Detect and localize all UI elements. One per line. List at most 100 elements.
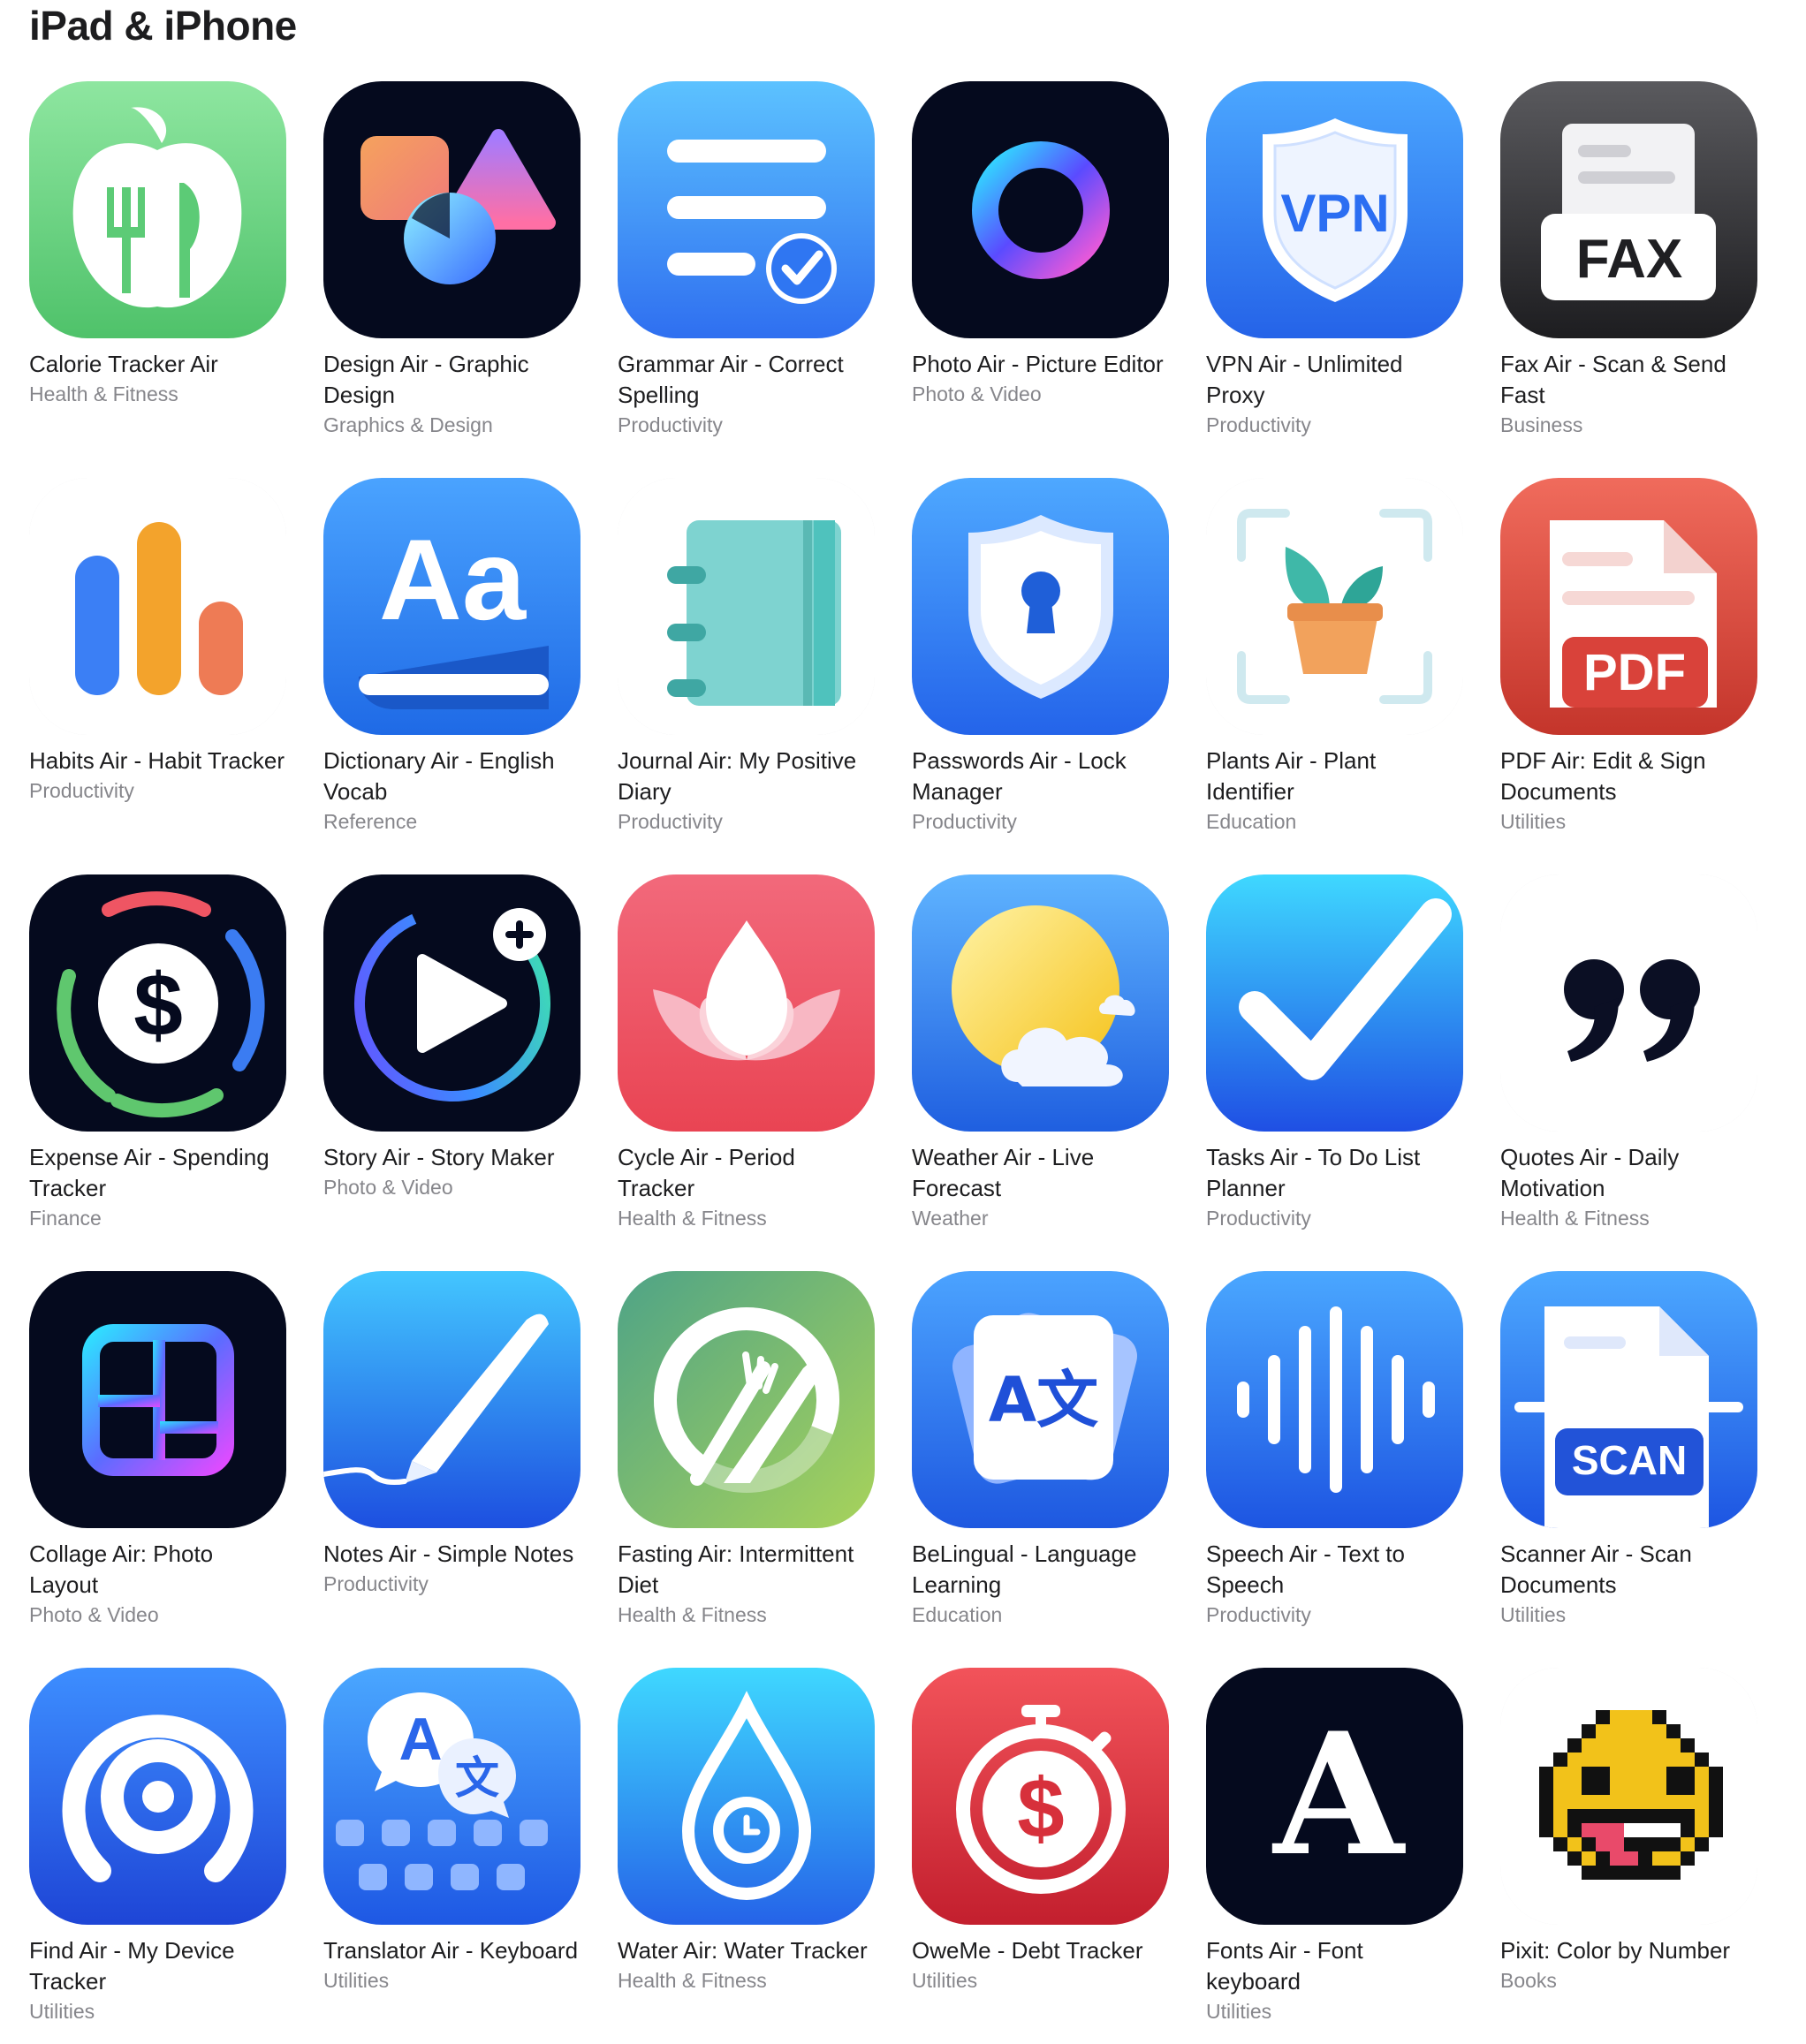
keyhole-shield-icon[interactable] [912,478,1169,735]
pixel-emoji-icon[interactable] [1500,1668,1757,1925]
app-name[interactable]: Calorie Tracker Air [29,349,286,380]
app-name[interactable]: Collage Air: Photo Layout [29,1539,286,1601]
app-name[interactable]: Journal Air: My Positive Diary [618,746,875,807]
app-card[interactable]: A 文 Translator Air - Keyboard Utilities [323,1668,580,2044]
app-card[interactable]: Cycle Air - Period Tracker Health & Fitne… [618,874,875,1271]
quote-marks-icon[interactable] [1500,874,1757,1132]
icon-lettering: A文 [989,1364,1098,1436]
app-card[interactable]: Pixit: Color by Number Books [1500,1668,1757,2044]
app-card[interactable]: Photo Air - Picture Editor Photo & Video [912,81,1169,478]
app-name[interactable]: Quotes Air - Daily Motivation [1500,1142,1757,1204]
bar-chart-icon[interactable] [29,478,286,735]
vpn-shield-icon[interactable]: VPN [1206,81,1463,338]
app-card[interactable]: Collage Air: Photo Layout Photo & Video [29,1271,286,1668]
dollar-ring-icon[interactable]: $ [29,874,286,1132]
app-card[interactable]: Fasting Air: Intermittent Diet Health & F… [618,1271,875,1668]
app-name[interactable]: Plants Air - Plant Identifier [1206,746,1463,807]
app-name[interactable]: Passwords Air - Lock Manager [912,746,1169,807]
app-card[interactable]: Grammar Air - Correct Spelling Productivi… [618,81,875,478]
app-card[interactable]: Story Air - Story Maker Photo & Video [323,874,580,1271]
app-card[interactable]: Water Air: Water Tracker Health & Fitness [618,1668,875,2044]
app-name[interactable]: Speech Air - Text to Speech [1206,1539,1463,1601]
icon-lettering: $ [133,956,183,1055]
app-name[interactable]: VPN Air - Unlimited Proxy [1206,349,1463,411]
icon-lettering: 文 [455,1753,499,1804]
translate-keyboard-icon[interactable]: A 文 [323,1668,580,1925]
app-name[interactable]: Expense Air - Spending Tracker [29,1142,286,1204]
app-card[interactable]: Plants Air - Plant Identifier Education [1206,478,1463,874]
play-ring-plus-icon[interactable] [323,874,580,1132]
translate-cards-icon[interactable]: A文 [912,1271,1169,1528]
app-card[interactable]: A Fonts Air - Font keyboard Utilities [1206,1668,1463,2044]
app-card[interactable]: Weather Air - Live Forecast Weather [912,874,1169,1271]
lotus-icon[interactable] [618,874,875,1132]
potted-plant-icon[interactable] [1206,478,1463,735]
pen-icon[interactable] [323,1271,580,1528]
app-category: Utilities [1500,1603,1567,1626]
app-name[interactable]: Dictionary Air - English Vocab [323,746,580,807]
airtag-icon[interactable] [29,1668,286,1925]
text-lines-check-icon[interactable] [618,81,875,338]
app-name[interactable]: Habits Air - Habit Tracker [29,746,286,776]
app-card[interactable]: Passwords Air - Lock Manager Productivity [912,478,1169,874]
app-name[interactable]: PDF Air: Edit & Sign Documents [1500,746,1757,807]
app-name[interactable]: Weather Air - Live Forecast [912,1142,1169,1204]
app-name[interactable]: OweMe - Debt Tracker [912,1935,1169,1966]
icon-lettering: SCAN [1572,1437,1687,1483]
plate-fork-knife-icon[interactable] [618,1271,875,1528]
app-category: Photo & Video [323,1176,453,1199]
app-name[interactable]: Photo Air - Picture Editor [912,349,1169,380]
script-letter-icon[interactable]: A [1206,1668,1463,1925]
stopwatch-dollar-icon[interactable]: $ [912,1668,1169,1925]
shapes-icon[interactable] [323,81,580,338]
scanner-document-icon[interactable]: SCAN [1500,1271,1757,1528]
app-card[interactable]: $ Expense Air - Spending Tracker Finance [29,874,286,1271]
app-card[interactable]: Find Air - My Device Tracker Utilities [29,1668,286,2044]
app-name[interactable]: Notes Air - Simple Notes [323,1539,580,1570]
app-card[interactable]: Aa Dictionary Air - English Vocab Referenc… [323,478,580,874]
app-name[interactable]: BeLingual - Language Learning [912,1539,1169,1601]
app-name[interactable]: Cycle Air - Period Tracker [618,1142,875,1204]
gradient-ring-icon[interactable] [912,81,1169,338]
app-category: Finance [29,1207,102,1230]
app-name[interactable]: Grammar Air - Correct Spelling [618,349,875,411]
notebook-icon[interactable] [618,478,875,735]
pdf-document-icon[interactable]: PDF [1500,478,1757,735]
app-card[interactable]: VPN VPN Air - Unlimited Proxy Productivity [1206,81,1463,478]
icon-lettering: A [1271,1696,1406,1893]
app-card[interactable]: Habits Air - Habit Tracker Productivity [29,478,286,874]
checkmark-icon[interactable] [1206,874,1463,1132]
collage-layout-icon[interactable] [29,1271,286,1528]
dictionary-book-icon[interactable]: Aa [323,478,580,735]
app-name[interactable]: Tasks Air - To Do List Planner [1206,1142,1463,1204]
sound-wave-icon[interactable] [1206,1271,1463,1528]
apple-fork-knife-icon[interactable] [29,81,286,338]
app-card[interactable]: Design Air - Graphic Design Graphics & De… [323,81,580,478]
app-name[interactable]: Fasting Air: Intermittent Diet [618,1539,875,1601]
app-card[interactable]: Tasks Air - To Do List Planner Productivi… [1206,874,1463,1271]
app-name[interactable]: Fax Air - Scan & Send Fast [1500,349,1757,411]
app-card[interactable]: Journal Air: My Positive Diary Productivi… [618,478,875,874]
sun-cloud-icon[interactable] [912,874,1169,1132]
app-name[interactable]: Design Air - Graphic Design [323,349,580,411]
app-card[interactable]: FAX Fax Air - Scan & Send Fast Business [1500,81,1757,478]
app-name[interactable]: Fonts Air - Font keyboard [1206,1935,1463,1997]
app-grid: Calorie Tracker Air Health & Fitness Desi… [29,81,1757,2044]
app-card[interactable]: Calorie Tracker Air Health & Fitness [29,81,286,478]
app-name[interactable]: Pixit: Color by Number [1500,1935,1757,1966]
app-name[interactable]: Water Air: Water Tracker [618,1935,875,1966]
app-name[interactable]: Scanner Air - Scan Documents [1500,1539,1757,1601]
app-card[interactable]: Notes Air - Simple Notes Productivity [323,1271,580,1668]
app-name[interactable]: Story Air - Story Maker [323,1142,580,1173]
app-card[interactable]: SCAN Scanner Air - Scan Documents Utilitie… [1500,1271,1757,1668]
water-drop-clock-icon[interactable] [618,1668,875,1925]
app-card[interactable]: PDF PDF Air: Edit & Sign Documents Utiliti… [1500,478,1757,874]
app-category: Utilities [29,2000,95,2023]
app-card[interactable]: Speech Air - Text to Speech Productivity [1206,1271,1463,1668]
app-name[interactable]: Find Air - My Device Tracker [29,1935,286,1997]
fax-machine-icon[interactable]: FAX [1500,81,1757,338]
app-card[interactable]: A文 BeLingual - Language Learning Education [912,1271,1169,1668]
app-name[interactable]: Translator Air - Keyboard [323,1935,580,1966]
app-card[interactable]: Quotes Air - Daily Motivation Health & Fi… [1500,874,1757,1271]
app-card[interactable]: $ OweMe - Debt Tracker Utilities [912,1668,1169,2044]
